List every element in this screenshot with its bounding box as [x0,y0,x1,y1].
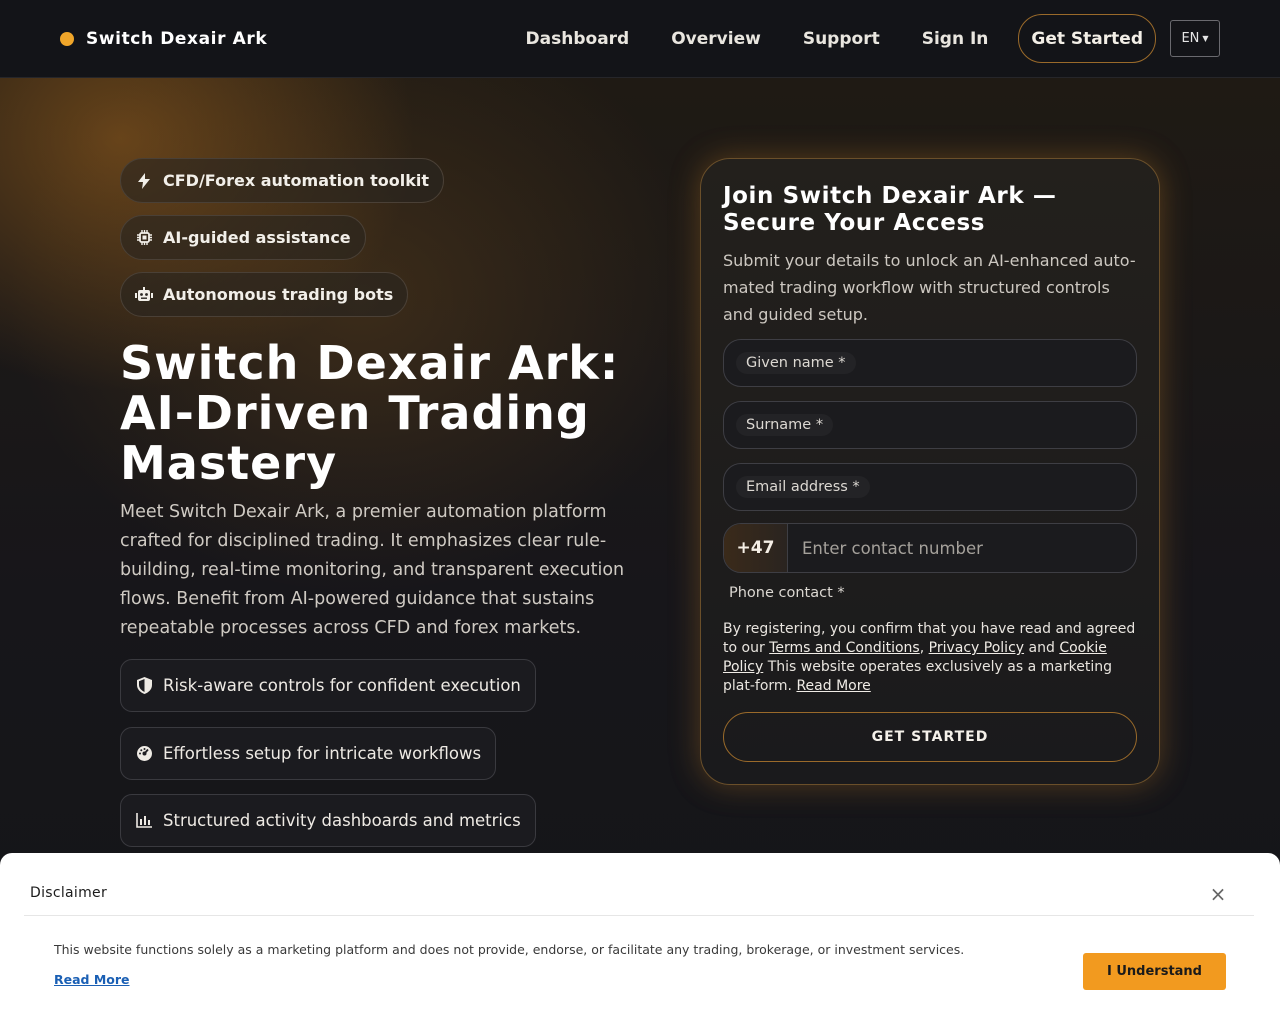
language-selector[interactable]: EN ▼ [1170,20,1220,57]
robot-icon [135,286,153,304]
brand-name: Switch Dexair Ark [86,28,268,49]
given-name-field[interactable]: Given name * [723,339,1137,387]
phone-input[interactable] [788,524,1136,572]
get-started-button[interactable]: Get Started [1018,14,1156,63]
consent-comma: , [919,640,929,656]
consent-text: By registering, you confirm that you hav… [723,620,1139,696]
feature-dashboards: Structured activity dashboards and metri… [120,794,536,847]
privacy-link[interactable]: Privacy Policy [929,640,1024,656]
feature-label: Effortless setup for intricate workflows [163,744,482,763]
nav-dashboard[interactable]: Dashboard [526,29,630,49]
read-more-link[interactable]: Read More [796,678,870,694]
form-description: Submit your details to unlock an AI-enha… [723,251,1136,324]
email-label: Email address * [736,476,870,498]
chip-icon [135,229,153,247]
feature-setup: Effortless setup for intricate workflows [120,727,497,780]
bar-chart-icon [135,812,153,830]
disclaimer-header [24,853,1254,916]
feature-label: Risk-aware controls for confident execut… [163,676,521,695]
nav-overview[interactable]: Overview [671,29,761,49]
surname-label: Surname * [736,414,834,436]
consent-and: and [1024,640,1060,656]
language-value: EN [1181,31,1200,46]
chip-label: CFD/Forex automation toolkit [163,171,429,190]
feature-risk-controls: Risk-aware controls for confident execut… [120,659,536,712]
disclaimer-read-more-link[interactable]: Read More [54,972,130,987]
top-header: Switch Dexair Ark Dashboard Overview Sup… [0,0,1280,78]
signup-card: Join Switch Dexair Ark — Secure Your Acc… [700,158,1160,785]
chip-label: AI-guided assistance [163,228,351,247]
chevron-down-icon: ▼ [1202,34,1209,43]
hero-chips: CFD/Forex automation toolkit AI-guided a… [120,158,444,329]
phone-field: +47 [723,523,1137,573]
chip-automation: CFD/Forex automation toolkit [120,158,444,203]
disclaimer-text: This website functions solely as a marke… [54,942,965,957]
chip-bots: Autonomous trading bots [120,272,409,317]
phone-label: Phone contact * [729,585,845,601]
terms-link[interactable]: Terms and Conditions [769,640,920,656]
main-nav: Dashboard Overview Support Sign In [526,29,989,49]
phone-country-code[interactable]: +47 [724,524,788,572]
email-field[interactable]: Email address * [723,463,1137,511]
nav-sign-in[interactable]: Sign In [922,29,989,49]
shield-icon [135,677,153,695]
brand[interactable]: Switch Dexair Ark [60,29,267,49]
hero-title: Switch Dexair Ark: AI-Driven Trading Mas… [120,336,620,490]
gauge-icon [135,745,153,763]
nav-support[interactable]: Support [803,29,880,49]
submit-button[interactable]: GET STARTED [723,712,1137,762]
feature-label: Structured activity dashboards and metri… [163,811,521,830]
bolt-icon [135,172,153,190]
chip-ai: AI-guided assistance [120,215,366,260]
close-icon[interactable]: × [1208,882,1228,906]
brand-dot-icon [60,31,74,46]
disclaimer-title: Disclaimer [30,885,108,901]
chip-label: Autonomous trading bots [163,285,394,304]
form-title: Join Switch Dexair Ark — Secure Your Acc… [723,183,1057,236]
disclaimer-banner: Disclaimer × This website functions sole… [0,853,1280,1024]
consent-suffix: This website operates exclusively as a m… [723,659,1112,694]
hero-description: Meet Switch Dexair Ark, a premier automa… [120,502,625,638]
given-name-label: Given name * [736,352,856,374]
understand-button[interactable]: I Understand [1083,953,1226,990]
surname-field[interactable]: Surname * [723,401,1137,449]
